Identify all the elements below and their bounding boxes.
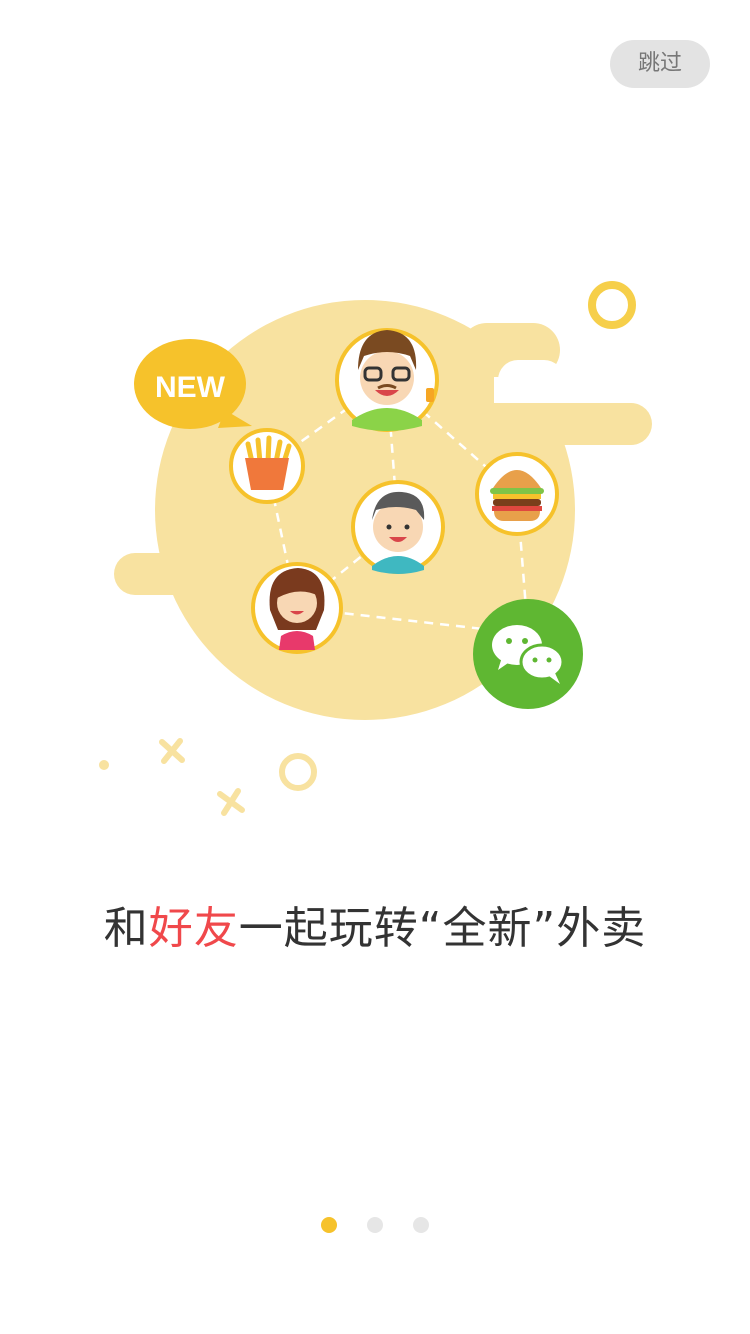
new-badge-text: NEW xyxy=(155,371,226,404)
tagline-highlight: 好友 xyxy=(148,903,239,954)
friend-avatar-glasses xyxy=(335,328,439,432)
page-dot-3[interactable] xyxy=(413,1217,429,1233)
tagline-prefix: 和 xyxy=(103,903,149,954)
french-fries-icon xyxy=(229,428,305,504)
wechat-icon xyxy=(473,599,583,709)
ring-decoration xyxy=(588,281,636,329)
cross-decoration xyxy=(159,738,245,816)
burger-icon xyxy=(475,452,559,536)
ring-decoration xyxy=(279,753,317,791)
dot-decoration xyxy=(99,760,109,770)
page-dot-1-active[interactable] xyxy=(321,1217,337,1233)
onboarding-tagline: 和好友一起玩转“全新”外卖 xyxy=(0,892,750,956)
page-dot-2[interactable] xyxy=(367,1217,383,1233)
tagline-suffix: 一起玩转“全新”外卖 xyxy=(238,903,647,954)
page-indicator xyxy=(0,1217,750,1233)
friend-avatar-girl xyxy=(251,562,343,654)
skip-button[interactable]: 跳过 xyxy=(610,40,710,88)
friend-avatar-boy xyxy=(351,480,445,574)
onboarding-illustration: NEW xyxy=(99,281,652,816)
